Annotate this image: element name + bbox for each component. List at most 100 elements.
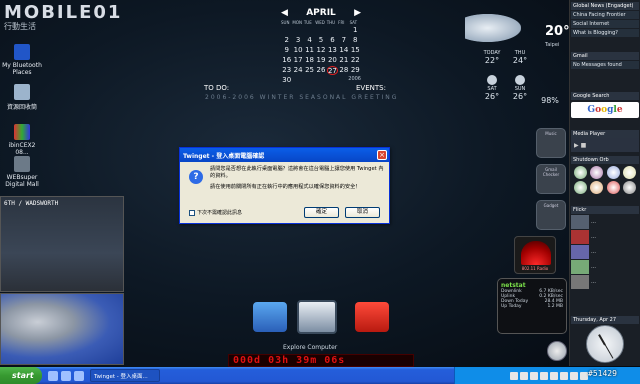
tray-icon[interactable]: [530, 371, 538, 380]
netstat-key: Up Today: [501, 304, 522, 309]
orb-button[interactable]: [590, 181, 604, 194]
tray-icon[interactable]: [540, 371, 548, 380]
mail-title: Gmail: [571, 52, 639, 60]
feed-item[interactable]: …: [571, 230, 639, 244]
calendar-day[interactable]: 1: [350, 26, 361, 35]
google-search-box[interactable]: Google: [571, 102, 639, 118]
forecast-high: 26°: [484, 92, 500, 101]
dialog-titlebar[interactable]: Twinget - 登入桌面電腦確認: [180, 148, 389, 162]
calendar-day[interactable]: 28: [338, 66, 349, 75]
tray-icon[interactable]: [560, 371, 568, 380]
feed-item[interactable]: …: [571, 275, 639, 289]
desktop-icon-app[interactable]: ibinCEX2 08...: [2, 124, 42, 156]
feed-item[interactable]: …: [571, 260, 639, 274]
calendar-day[interactable]: 16: [281, 56, 292, 65]
ok-button[interactable]: 確定: [304, 207, 339, 218]
netstat-gadget[interactable]: netstat Downlink 6.7 KB/sec Uplink 0.2 KB/…: [497, 278, 567, 334]
feed-item[interactable]: …: [571, 245, 639, 259]
calendar-day[interactable]: 17: [292, 56, 303, 65]
orb-button[interactable]: [590, 166, 604, 179]
feeds-gadget: Flickr … … … … …: [571, 206, 639, 290]
orb-button[interactable]: [573, 166, 587, 179]
calendar-day[interactable]: 9: [281, 46, 292, 55]
tray-icon[interactable]: [510, 371, 518, 380]
calendar-day[interactable]: 24: [292, 66, 303, 75]
minute-hand: [604, 344, 614, 359]
tray-icon[interactable]: [580, 371, 588, 380]
calendar-day[interactable]: 14: [338, 46, 349, 55]
music-gadget[interactable]: Music: [536, 128, 566, 158]
shortcut-icon: [14, 156, 30, 172]
calendar-day: [327, 26, 338, 35]
calendar-day[interactable]: 20: [327, 56, 338, 65]
calendar-day: [292, 26, 303, 35]
calendar-day[interactable]: 29: [350, 66, 361, 75]
orb-button[interactable]: [606, 181, 620, 194]
calendar-day[interactable]: 19: [315, 56, 326, 65]
news-item[interactable]: Social Internet: [571, 20, 639, 28]
calendar-day[interactable]: 26: [315, 66, 326, 75]
orb-button[interactable]: [623, 181, 637, 194]
dont-ask-checkbox[interactable]: 下次不需確認此訊息: [189, 209, 242, 216]
gadget-label: Music: [545, 131, 557, 136]
calendar-day[interactable]: 11: [304, 46, 315, 55]
close-icon[interactable]: ×: [377, 150, 387, 160]
power-orb-button[interactable]: [547, 341, 567, 361]
ie-icon[interactable]: [48, 370, 58, 381]
calendar-day[interactable]: 23: [281, 66, 292, 75]
wifi-gadget[interactable]: 802.11 Radio: [514, 236, 556, 274]
calendar-day[interactable]: 13: [327, 46, 338, 55]
photo-folder-icon[interactable]: [253, 302, 287, 332]
desktop-icon-bluetooth[interactable]: My Bluetooth Places: [2, 44, 42, 76]
desktop-icon-label: 資源回收筒: [6, 104, 37, 111]
start-button[interactable]: start: [0, 367, 42, 384]
computer-icon[interactable]: [297, 300, 337, 334]
tray-icon[interactable]: [520, 371, 528, 380]
calendar-day[interactable]: 10: [292, 46, 303, 55]
desktop-icon-shortcut[interactable]: WEBsuper Digital Mall: [2, 156, 42, 188]
calendar-day[interactable]: 25: [304, 66, 315, 75]
weather-map-gadget[interactable]: [0, 293, 124, 365]
humidity: 98%: [539, 96, 561, 105]
next-month-button[interactable]: ▶: [354, 8, 361, 18]
calendar-day[interactable]: 6: [327, 36, 338, 45]
calendar-day[interactable]: 7: [338, 36, 349, 45]
calendar-day[interactable]: 5: [315, 36, 326, 45]
calendar-day[interactable]: 15: [350, 46, 361, 55]
generic-gadget[interactable]: Gadget: [536, 200, 566, 230]
desktop-icon[interactable]: [61, 370, 71, 381]
prev-month-button[interactable]: ◀: [281, 8, 288, 18]
calendar-day[interactable]: 8: [350, 36, 361, 45]
power-icon[interactable]: [355, 302, 389, 332]
taskbar-item[interactable]: Twinget - 登入桌面...: [90, 369, 160, 382]
mail-status: No Messages found: [571, 61, 639, 69]
orb-button[interactable]: [573, 181, 587, 194]
calendar-day[interactable]: 27: [326, 66, 339, 75]
forecast-high: 22°: [484, 56, 500, 65]
gmail-checker-gadget[interactable]: Gmail Checker: [536, 164, 566, 194]
calendar-day[interactable]: 2: [281, 36, 292, 45]
calendar-day[interactable]: 3: [292, 36, 303, 45]
media-icon[interactable]: [74, 370, 84, 381]
calendar-day[interactable]: 21: [338, 56, 349, 65]
news-gadget: Global News (Engadget) China Facing Fron…: [571, 2, 639, 38]
calendar-day[interactable]: 12: [315, 46, 326, 55]
play-icon[interactable]: ▶: [574, 142, 579, 149]
traffic-camera-gadget[interactable]: 6TH / WADSWORTH: [0, 196, 124, 292]
news-item[interactable]: China Facing Frontier: [571, 11, 639, 19]
checkbox-box[interactable]: [189, 209, 195, 216]
news-item[interactable]: What is Blogging?: [571, 29, 639, 37]
desktop-icon-recycle-bin[interactable]: 資源回收筒: [2, 84, 42, 111]
stop-icon[interactable]: ■: [581, 142, 587, 149]
tray-icon[interactable]: [570, 371, 578, 380]
weather-gadget[interactable]: 20° Taipei TODAY 22° THU 24° SAT 26° SUN…: [465, 8, 570, 108]
tray-icon[interactable]: [550, 371, 558, 380]
orb-button[interactable]: [606, 166, 620, 179]
calendar-day[interactable]: 30: [281, 76, 292, 85]
calendar-day[interactable]: 22: [350, 56, 361, 65]
cancel-button[interactable]: 取消: [345, 207, 380, 218]
calendar-day[interactable]: 4: [304, 36, 315, 45]
orb-button[interactable]: [623, 166, 637, 179]
calendar-day[interactable]: 18: [304, 56, 315, 65]
feed-item[interactable]: …: [571, 215, 639, 229]
